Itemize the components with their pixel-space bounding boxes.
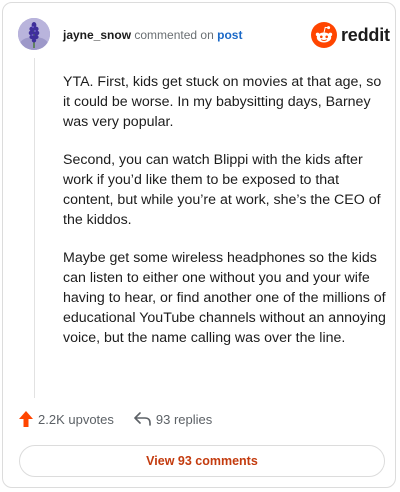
username[interactable]: jayne_snow [63,28,131,42]
comment-actions: 2.2K upvotes 93 replies [19,411,212,427]
upvote-button[interactable]: 2.2K upvotes [19,411,114,427]
comment-card: jayne_snow commented on post reddit YTA.… [2,2,396,488]
comment-paragraph: Second, you can watch Blippi with the ki… [63,152,381,228]
reddit-snoo-icon [311,22,337,48]
action-text: commented on [134,28,214,42]
post-link[interactable]: post [217,28,242,42]
replies-button[interactable]: 93 replies [134,412,212,427]
reply-count: 93 replies [155,411,213,427]
lavender-flower-icon [18,18,50,50]
avatar[interactable] [18,18,50,50]
thread-line[interactable] [34,58,35,398]
comment-paragraph: Maybe get some wireless headphones so th… [63,250,386,346]
upvote-count: 2.2K upvotes [38,411,114,427]
upvote-arrow-icon [19,411,33,427]
comment-body: YTA. First, kids get stuck on movies at … [63,72,389,366]
comment-paragraph: YTA. First, kids get stuck on movies at … [63,74,382,130]
reply-arrow-icon [134,412,151,426]
view-comments-button[interactable]: View 93 comments [19,445,385,477]
reddit-wordmark: reddit [341,24,390,45]
comment-header: jayne_snow commented on post [63,28,242,42]
reddit-logo[interactable]: reddit [311,22,390,48]
